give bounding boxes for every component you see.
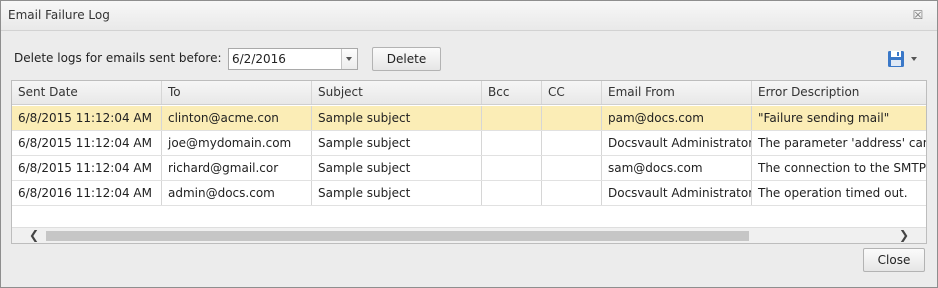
column-header-bcc[interactable]: Bcc: [482, 81, 542, 104]
close-icon[interactable]: ☒: [911, 8, 925, 22]
cell-subject: Sample subject: [312, 106, 482, 130]
cell-to: richard@gmail.cor: [162, 156, 312, 180]
cell-error-description: The operation timed out.: [758, 186, 908, 200]
table-row[interactable]: 6/8/2015 11:12:04 AM joe@mydomain.com Sa…: [12, 131, 926, 156]
cell-sent-date: 6/8/2015 11:12:04 AM: [12, 156, 162, 180]
delete-before-label: Delete logs for emails sent before:: [14, 51, 222, 65]
column-header-sent-date[interactable]: Sent Date: [12, 81, 162, 104]
save-dropdown-icon[interactable]: [911, 57, 917, 61]
cell-cc: [542, 131, 602, 155]
title-bar[interactable]: Email Failure Log ☒: [1, 1, 937, 31]
horizontal-scrollbar[interactable]: ❮ ❯: [12, 227, 926, 243]
cell-email-from: Docsvault Administrator <: [602, 131, 752, 155]
cell-email-from: sam@docs.com: [602, 156, 752, 180]
cell-cc: [542, 106, 602, 130]
cell-sent-date: 6/8/2016 11:12:04 AM: [12, 181, 162, 205]
scroll-right-icon[interactable]: ❯: [896, 228, 912, 243]
chevron-down-icon: [346, 57, 352, 61]
cell-bcc: [482, 156, 542, 180]
cell-to: clinton@acme.con: [162, 106, 312, 130]
cell-subject: Sample subject: [312, 181, 482, 205]
save-icon[interactable]: [887, 50, 905, 68]
table-row[interactable]: 6/8/2015 11:12:04 AM richard@gmail.cor S…: [12, 156, 926, 181]
delete-button[interactable]: Delete: [372, 47, 441, 71]
cell-cc: [542, 181, 602, 205]
cell-sent-date: 6/8/2015 11:12:04 AM: [12, 131, 162, 155]
column-header-subject[interactable]: Subject: [312, 81, 482, 104]
cell-to: admin@docs.com: [162, 181, 312, 205]
cell-bcc: [482, 131, 542, 155]
cell-sent-date: 6/8/2015 11:12:04 AM: [12, 106, 162, 130]
cell-error-description: The parameter 'address' canno: [758, 136, 927, 150]
scrollbar-thumb[interactable]: [46, 231, 749, 241]
table-row[interactable]: 6/8/2016 11:12:04 AM admin@docs.com Samp…: [12, 181, 926, 206]
dialog-title: Email Failure Log: [8, 8, 110, 22]
close-button[interactable]: Close: [863, 248, 925, 272]
cell-bcc: [482, 181, 542, 205]
table-row[interactable]: 6/8/2015 11:12:04 AM clinton@acme.con Sa…: [12, 106, 926, 131]
date-input[interactable]: 6/2/2016: [232, 52, 286, 66]
cell-subject: Sample subject: [312, 131, 482, 155]
date-dropdown-button[interactable]: [341, 49, 357, 69]
grid-header: Sent Date To Subject Bcc CC Email From E…: [12, 81, 926, 105]
column-header-email-from[interactable]: Email From: [602, 81, 752, 104]
email-failure-log-dialog: Email Failure Log ☒ Delete logs for emai…: [0, 0, 938, 288]
cell-error-description: "Failure sending mail": [758, 111, 890, 125]
column-header-error-description[interactable]: Error Description: [752, 81, 926, 104]
cell-to: joe@mydomain.com: [162, 131, 312, 155]
cell-bcc: [482, 106, 542, 130]
email-log-grid: Sent Date To Subject Bcc CC Email From E…: [11, 80, 927, 244]
cell-subject: Sample subject: [312, 156, 482, 180]
cell-email-from: Docsvault Administrator <: [602, 181, 752, 205]
column-header-to[interactable]: To: [162, 81, 312, 104]
cell-cc: [542, 156, 602, 180]
cell-error-description: The connection to the SMTP: [758, 161, 926, 175]
cell-email-from: pam@docs.com: [602, 106, 752, 130]
scroll-left-icon[interactable]: ❮: [26, 228, 42, 243]
column-header-cc[interactable]: CC: [542, 81, 602, 104]
date-picker[interactable]: 6/2/2016: [228, 48, 358, 70]
